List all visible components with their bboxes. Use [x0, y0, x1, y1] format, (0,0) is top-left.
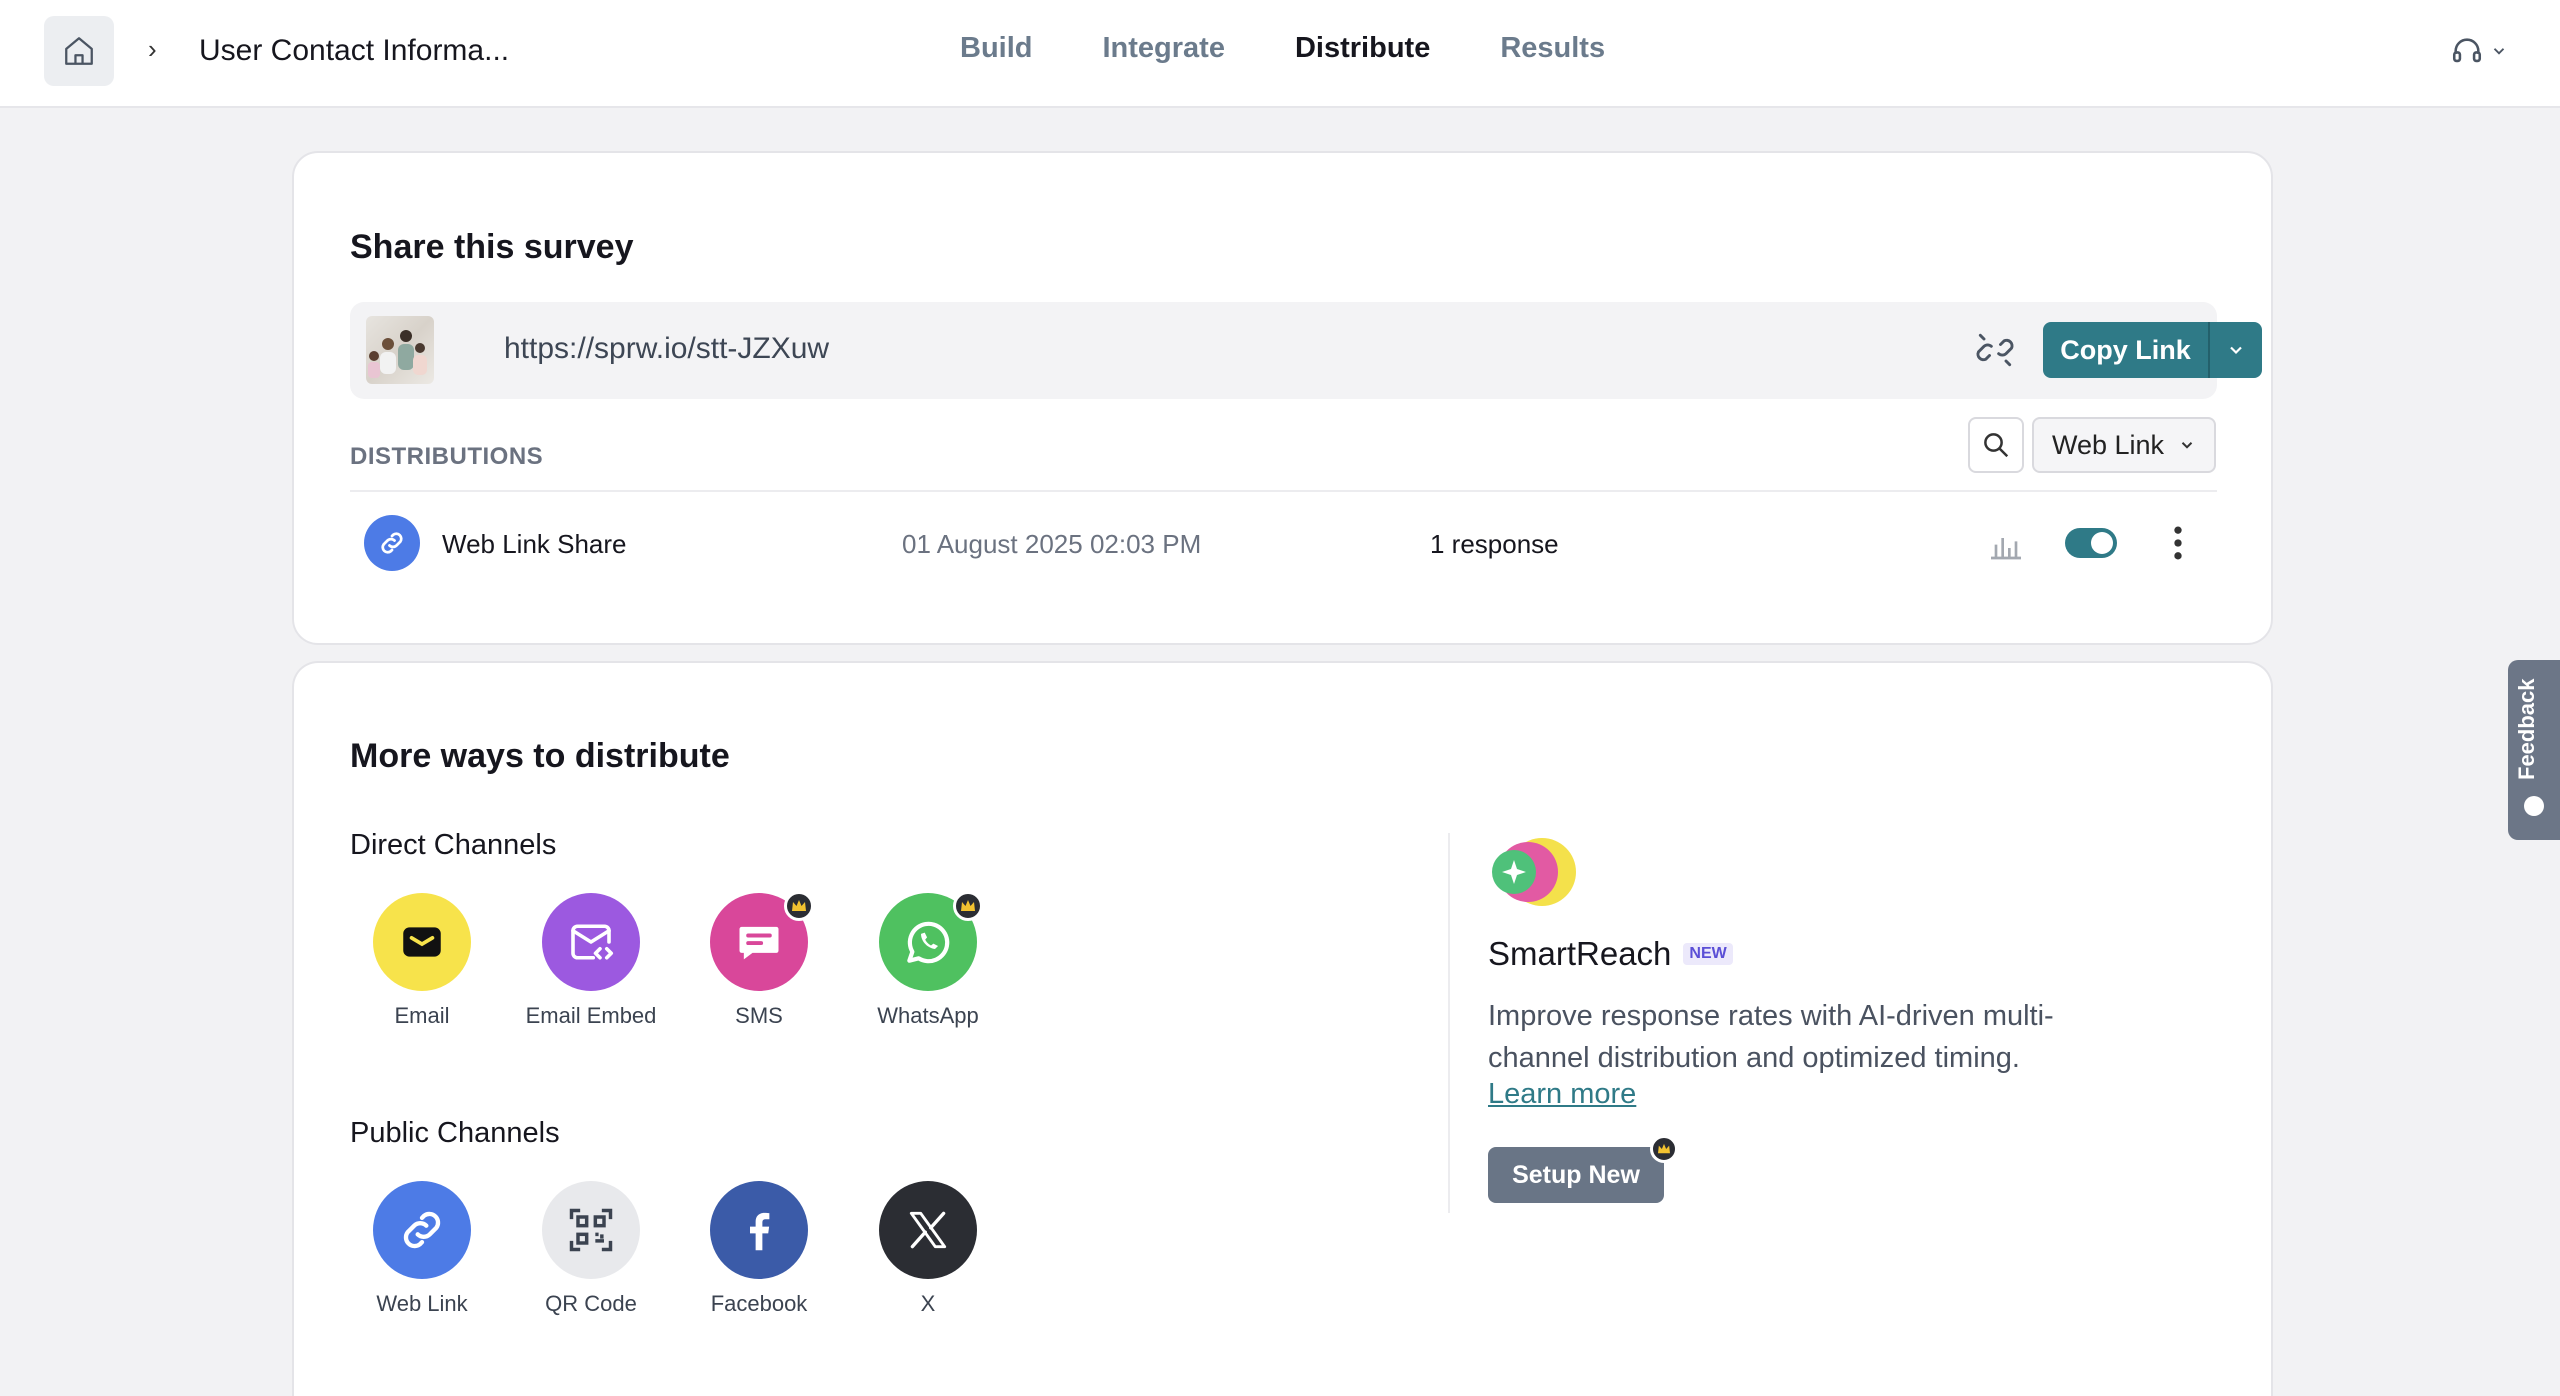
smartreach-description: Improve response rates with AI-driven mu…	[1488, 1000, 2054, 1074]
direct-channels-heading: Direct Channels	[350, 829, 557, 861]
channel-x[interactable]: X	[844, 1181, 1012, 1317]
search-icon	[1984, 433, 2009, 458]
setup-new-button[interactable]: Setup New	[1488, 1147, 1664, 1203]
toggle-knob	[2091, 532, 2113, 554]
unlink-icon[interactable]	[1973, 328, 2017, 372]
feedback-tab[interactable]: Feedback	[2508, 660, 2560, 840]
support-menu[interactable]	[2450, 34, 2508, 68]
more-ways-title: More ways to distribute	[350, 737, 730, 775]
distribution-active-toggle[interactable]	[2065, 528, 2117, 558]
envelope-icon	[403, 927, 441, 957]
distribution-name[interactable]: Web Link Share	[442, 529, 627, 560]
email-embed-icon	[571, 924, 614, 960]
channel-label: X	[920, 1291, 936, 1316]
headset-icon	[2452, 38, 2482, 63]
channel-sms[interactable]: SMS	[675, 891, 843, 1029]
copy-link-button-group: Copy Link	[2043, 322, 2262, 378]
survey-thumbnail	[366, 316, 434, 384]
copy-link-dropdown[interactable]	[2208, 322, 2262, 378]
public-channels-heading: Public Channels	[350, 1117, 560, 1149]
distributions-heading: DISTRIBUTIONS	[350, 443, 544, 470]
channel-label: Email	[394, 1003, 450, 1028]
tab-integrate[interactable]: Integrate	[1103, 32, 1225, 65]
premium-crown-icon	[1650, 1135, 1678, 1163]
channel-whatsapp[interactable]: WhatsApp	[844, 891, 1012, 1029]
distribution-date: 01 August 2025 02:03 PM	[902, 529, 1202, 559]
channel-facebook[interactable]: Facebook	[675, 1181, 843, 1317]
new-badge: NEW	[1683, 943, 1733, 965]
channel-qr-code[interactable]: QR Code	[507, 1181, 675, 1317]
distribution-row[interactable]: Web Link Share 01 August 2025 02:03 PM 1…	[350, 503, 2217, 583]
channel-label: QR Code	[545, 1291, 637, 1316]
feedback-smiley-icon	[2524, 796, 2544, 816]
distribution-responses: 1 response	[1430, 529, 1559, 559]
breadcrumb-chevron-icon: ›	[148, 34, 157, 64]
home-button[interactable]	[44, 16, 114, 86]
share-title: Share this survey	[350, 228, 634, 266]
whatsapp-icon	[907, 921, 950, 964]
tab-build[interactable]: Build	[960, 32, 1033, 65]
divider	[350, 490, 2217, 492]
bar-chart-icon[interactable]	[1986, 523, 2026, 563]
chevron-down-icon	[2493, 48, 2505, 55]
learn-more-link[interactable]: Learn more	[1488, 1078, 1636, 1111]
survey-url[interactable]: https://sprw.io/stt-JZXuw	[504, 332, 829, 366]
premium-crown-icon	[784, 891, 814, 921]
premium-crown-icon	[953, 891, 983, 921]
channel-email[interactable]: Email	[338, 893, 506, 1029]
chevron-down-icon	[2181, 442, 2193, 449]
search-distributions-button[interactable]	[1968, 417, 2024, 473]
channel-web-link[interactable]: Web Link	[338, 1181, 506, 1317]
link-icon	[403, 1211, 441, 1249]
survey-title[interactable]: User Contact Informa...	[199, 34, 509, 68]
more-ways-card: More ways to distribute Direct Channels …	[292, 661, 2273, 1396]
channel-label: WhatsApp	[877, 1003, 979, 1028]
channel-label: Facebook	[710, 1291, 808, 1316]
copy-link-button[interactable]: Copy Link	[2043, 322, 2208, 378]
distribution-type-filter[interactable]: Web Link	[2032, 417, 2216, 473]
feedback-label: Feedback	[2514, 678, 2539, 781]
link-icon	[364, 515, 420, 571]
channel-label: Web Link	[376, 1291, 468, 1316]
channel-email-embed[interactable]: Email Embed	[507, 893, 675, 1029]
more-options-icon[interactable]	[2170, 521, 2186, 565]
tab-results[interactable]: Results	[1500, 32, 1605, 65]
top-bar: › User Contact Informa... Build Integrat…	[0, 0, 2560, 108]
channel-label: SMS	[735, 1003, 783, 1028]
smartreach-logo	[1492, 838, 1576, 906]
smartreach-title: SmartReach NEW	[1488, 935, 1733, 973]
x-icon	[909, 1211, 947, 1249]
qr-code-icon	[569, 1208, 613, 1252]
smartreach-name: SmartReach	[1488, 935, 1672, 972]
tab-distribute[interactable]: Distribute	[1295, 32, 1430, 65]
sms-icon	[739, 926, 779, 960]
main-tabs: Build Integrate Distribute Results	[960, 32, 1675, 65]
chevron-down-icon	[2230, 346, 2242, 355]
share-card: Share this survey https://sprw.io/stt-JZ…	[292, 151, 2273, 645]
channel-label: Email Embed	[525, 1003, 657, 1028]
panel-divider	[1448, 833, 1450, 1213]
survey-link-box: https://sprw.io/stt-JZXuw Copy Link	[350, 302, 2262, 399]
home-icon	[65, 37, 93, 65]
filter-value: Web Link	[2051, 429, 2165, 460]
facebook-icon	[750, 1212, 770, 1251]
